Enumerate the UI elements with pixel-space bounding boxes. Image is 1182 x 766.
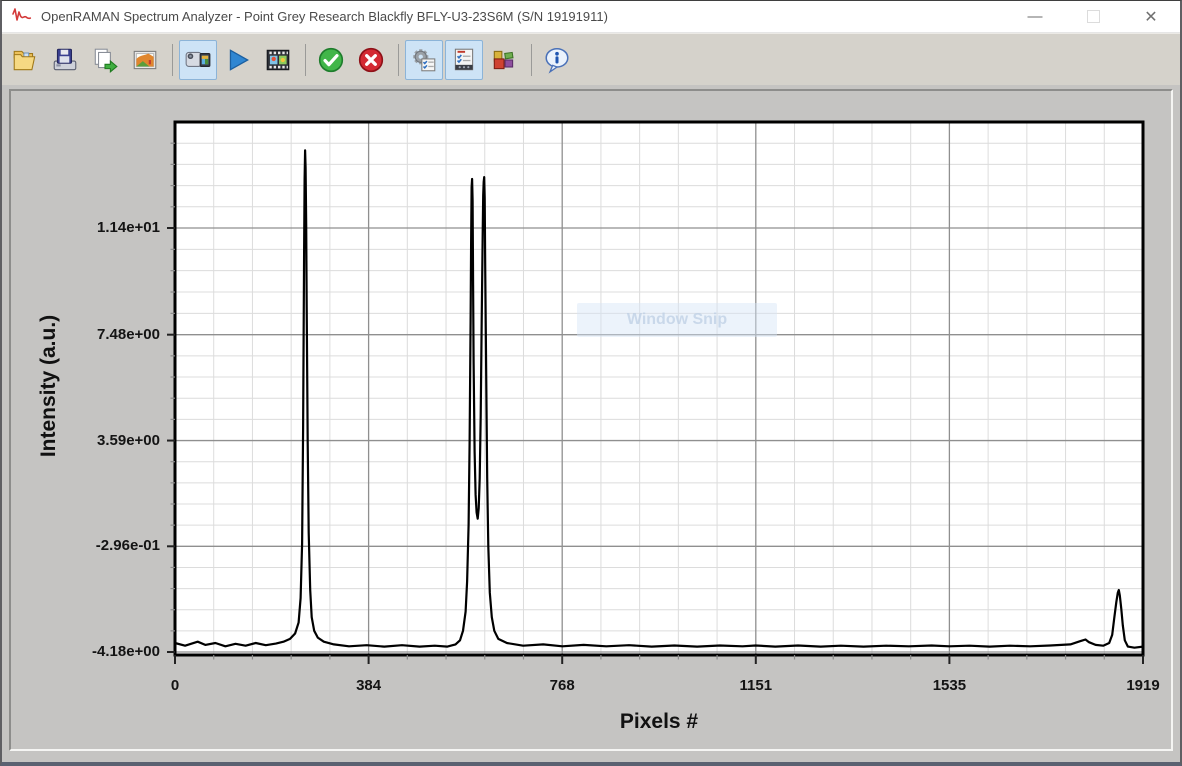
y-tick-label: -4.18e+00 — [38, 643, 160, 660]
settings-gear-button[interactable] — [405, 40, 443, 80]
title-bar: OpenRAMAN Spectrum Analyzer - Point Grey… — [2, 1, 1180, 33]
gear-checklist-icon — [410, 46, 438, 74]
maximize-icon — [1087, 10, 1100, 23]
export-button[interactable] — [86, 40, 124, 80]
color-blocks-icon — [490, 46, 518, 74]
plot-area[interactable]: Window Snip — [167, 116, 1157, 672]
client-area: Window Snip Intensity (a.u.) Pixels # 1.… — [2, 85, 1180, 762]
spectrum-chart: Window Snip Intensity (a.u.) Pixels # 1.… — [2, 85, 1182, 766]
x-tick-label: 384 — [324, 677, 414, 694]
x-tick-label: 1151 — [711, 677, 801, 694]
histogram-blocks-button[interactable] — [485, 40, 523, 80]
accept-button[interactable] — [312, 40, 350, 80]
cancel-button[interactable] — [352, 40, 390, 80]
info-button[interactable] — [538, 40, 576, 80]
minimize-button[interactable]: — — [1006, 1, 1064, 32]
toolbar-separator — [531, 44, 532, 76]
checklist-button[interactable] — [445, 40, 483, 80]
x-tick-label: 1919 — [1098, 677, 1182, 694]
maximize-button[interactable] — [1064, 1, 1122, 32]
x-tick-label: 768 — [517, 677, 607, 694]
toolbar-separator — [172, 44, 173, 76]
save-icon — [51, 46, 79, 74]
y-tick-label: -2.96e-01 — [38, 537, 160, 554]
info-balloon-icon — [543, 46, 571, 74]
green-check-icon — [317, 46, 345, 74]
export-pages-icon — [91, 46, 119, 74]
toolbar-separator — [305, 44, 306, 76]
play-button[interactable] — [219, 40, 257, 80]
camera-button[interactable] — [179, 40, 217, 80]
save-button[interactable] — [46, 40, 84, 80]
y-tick-label: 1.14e+01 — [38, 219, 160, 236]
window-controls: — ✕ — [1006, 1, 1180, 32]
image-icon — [131, 46, 159, 74]
play-icon — [224, 46, 252, 74]
open-folder-icon — [11, 46, 39, 74]
save-image-button[interactable] — [126, 40, 164, 80]
red-cross-icon — [357, 46, 385, 74]
checklist-icon — [450, 46, 478, 74]
filmstrip-button[interactable] — [259, 40, 297, 80]
app-spectrum-icon — [11, 7, 33, 27]
close-button[interactable]: ✕ — [1122, 1, 1180, 32]
x-axis-title: Pixels # — [620, 710, 698, 734]
y-tick-label: 3.59e+00 — [38, 432, 160, 449]
x-tick-label: 0 — [130, 677, 220, 694]
filmstrip-icon — [264, 46, 292, 74]
window-title: OpenRAMAN Spectrum Analyzer - Point Grey… — [41, 9, 608, 24]
app-window: OpenRAMAN Spectrum Analyzer - Point Grey… — [0, 0, 1182, 766]
x-tick-label: 1535 — [904, 677, 994, 694]
open-folder-button[interactable] — [6, 40, 44, 80]
y-tick-label: 7.48e+00 — [38, 326, 160, 343]
camera-icon — [184, 46, 212, 74]
window-snip-watermark: Window Snip — [577, 303, 777, 337]
toolbar — [2, 33, 1180, 85]
toolbar-separator — [398, 44, 399, 76]
